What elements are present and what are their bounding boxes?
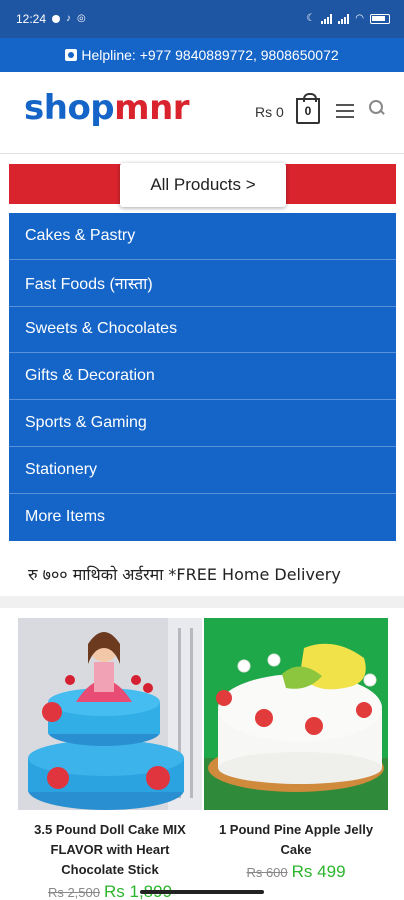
battery-icon: [370, 14, 390, 24]
free-delivery-promo: रु ७०० माथिको अर्डरमा *FREE Home Deliver…: [0, 554, 404, 594]
all-products-label: All Products >: [150, 175, 256, 194]
signal-2-icon: [338, 14, 350, 24]
category-label: Fast Foods (नास्ता): [25, 275, 153, 293]
category-label: Sports & Gaming: [25, 414, 147, 432]
product-name[interactable]: 3.5 Pound Doll Cake MIX FLAVOR with Hear…: [18, 820, 202, 880]
whatsapp-icon: ◎: [77, 13, 86, 24]
site-header: shopmnr Rs 0 0: [0, 72, 404, 154]
wifi-icon: ◠: [355, 13, 364, 24]
category-label: More Items: [25, 508, 106, 526]
product-card[interactable]: 1 Pound Pine Apple Jelly Cake Rs 600 Rs 4…: [204, 618, 388, 882]
old-price: Rs 2,500: [47, 885, 100, 900]
product-image-doll-cake[interactable]: [18, 618, 202, 810]
signal-icon: [321, 14, 333, 24]
cart-icon[interactable]: 0: [296, 93, 320, 124]
gesture-nav-handle[interactable]: [140, 890, 264, 894]
moon-icon: ☾: [306, 13, 316, 24]
cart-total[interactable]: Rs 0: [255, 104, 284, 120]
status-time: 12:24: [16, 12, 47, 26]
product-name[interactable]: 1 Pound Pine Apple Jelly Cake: [204, 820, 388, 860]
cart-count: 0: [304, 104, 312, 118]
helpline-text: Helpline: +977 9840889772, 9808650072: [81, 47, 339, 63]
logo-text-mnr: mnr: [114, 88, 190, 128]
shopmnr-logo[interactable]: shopmnr: [24, 88, 190, 128]
category-label: Stationery: [25, 460, 98, 478]
category-more-items[interactable]: More Items: [9, 494, 396, 541]
category-gifts-decoration[interactable]: Gifts & Decoration: [9, 353, 396, 401]
category-label: Cakes & Pastry: [25, 226, 136, 244]
hamburger-menu-icon[interactable]: [336, 104, 354, 118]
section-divider: [0, 596, 404, 608]
category-label: Sweets & Chocolates: [25, 320, 178, 338]
category-fast-foods[interactable]: Fast Foods (नास्ता): [9, 260, 396, 307]
product-image-pineapple-jelly-cake[interactable]: [204, 618, 388, 810]
category-sweets-chocolates[interactable]: Sweets & Chocolates: [9, 307, 396, 354]
messenger-icon: [52, 15, 61, 23]
promo-text: रु ७०० माथिको अर्डरमा *FREE Home Deliver…: [28, 565, 341, 584]
category-stationery[interactable]: Stationery: [9, 447, 396, 494]
all-products-button[interactable]: All Products >: [120, 163, 286, 207]
category-cakes-pastry[interactable]: Cakes & Pastry: [9, 213, 396, 260]
helpline-bar[interactable]: Helpline: +977 9840889772, 9808650072: [0, 38, 404, 72]
category-sports-gaming[interactable]: Sports & Gaming: [9, 400, 396, 447]
tiktok-icon: ♪: [66, 13, 72, 24]
category-list: Cakes & Pastry Fast Foods (नास्ता) Sweet…: [9, 213, 396, 541]
product-grid: 3.5 Pound Doll Cake MIX FLAVOR with Hear…: [0, 608, 404, 900]
new-price: Rs 499: [291, 862, 346, 881]
status-bar: 12:24 ♪ ◎ ☾ ◠: [0, 0, 404, 38]
old-price: Rs 600: [246, 865, 288, 880]
product-prices: Rs 600 Rs 499: [204, 862, 388, 882]
product-card[interactable]: 3.5 Pound Doll Cake MIX FLAVOR with Hear…: [18, 618, 202, 900]
category-label: Gifts & Decoration: [25, 367, 155, 385]
logo-text-shop: shop: [24, 88, 115, 128]
phone-icon: [65, 49, 78, 61]
search-icon[interactable]: [369, 100, 385, 116]
